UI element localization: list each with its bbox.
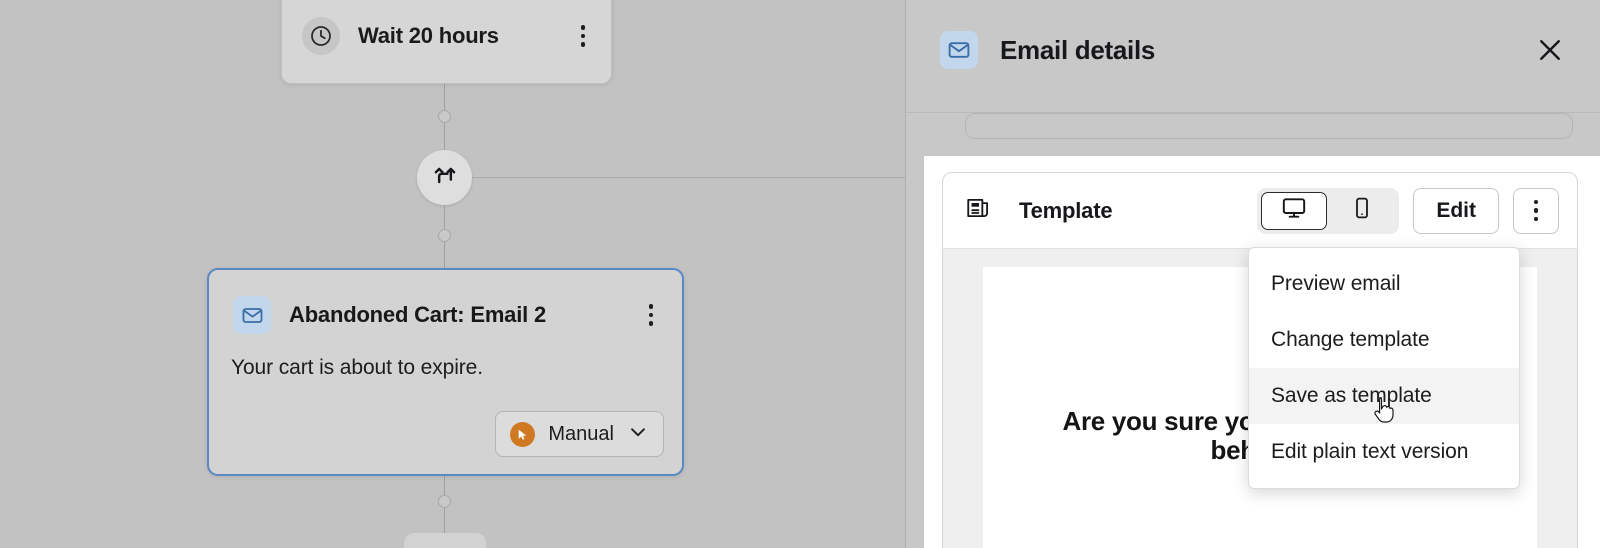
- menu-item-preview-email[interactable]: Preview email: [1249, 256, 1519, 312]
- desktop-monitor-icon: [1281, 195, 1307, 226]
- panel-title: Email details: [1000, 34, 1156, 65]
- wait-step-card[interactable]: Wait 20 hours: [281, 0, 612, 84]
- panel-header: Email details: [906, 0, 1600, 113]
- menu-item-change-template[interactable]: Change template: [1249, 312, 1519, 368]
- wait-step-title: Wait 20 hours: [358, 23, 499, 48]
- template-options-menu: Preview email Change template Save as te…: [1248, 247, 1520, 489]
- pointer-hand-cursor: [1372, 396, 1398, 426]
- clock-icon: [302, 17, 340, 55]
- workflow-canvas[interactable]: Wait 20 hours Abandoned Cart: Email 2 Yo…: [0, 0, 905, 548]
- trigger-mode-label: Manual: [548, 422, 614, 445]
- split-paths-icon: [431, 161, 459, 194]
- split-paths-node[interactable]: [417, 150, 472, 205]
- mobile-view-button[interactable]: [1329, 192, 1395, 230]
- email-step-title: Abandoned Cart: Email 2: [289, 302, 546, 327]
- edit-template-button[interactable]: Edit: [1413, 187, 1499, 234]
- article-icon: [965, 195, 991, 226]
- canvas-horizontal-connector: [470, 177, 905, 178]
- kebab-menu-icon: [1525, 197, 1547, 225]
- trigger-mode-dropdown[interactable]: Manual: [495, 411, 664, 457]
- connector-dot-lower[interactable]: [438, 495, 451, 508]
- envelope-icon: [233, 296, 271, 334]
- view-mode-toggle: [1257, 187, 1400, 234]
- template-title: Template: [1019, 197, 1113, 223]
- manual-cursor-icon: [510, 421, 536, 447]
- wait-step-kebab-menu-icon[interactable]: [572, 22, 594, 50]
- menu-item-edit-plain-text-version[interactable]: Edit plain text version: [1249, 424, 1519, 480]
- collapsed-card-above[interactable]: [965, 113, 1573, 139]
- close-icon[interactable]: [1530, 30, 1570, 70]
- chevron-down-icon: [627, 421, 649, 448]
- envelope-icon: [940, 31, 978, 69]
- connector-dot-upper[interactable]: [438, 110, 451, 123]
- desktop-view-button[interactable]: [1261, 191, 1328, 230]
- connector-dot-mid[interactable]: [438, 229, 451, 242]
- email-step-subtitle: Your cart is about to expire.: [231, 356, 483, 379]
- email-step-card[interactable]: Abandoned Cart: Email 2 Your cart is abo…: [207, 268, 684, 476]
- next-node-stub[interactable]: [404, 533, 486, 548]
- template-more-options-button[interactable]: [1513, 187, 1559, 234]
- mobile-phone-icon: [1350, 196, 1374, 225]
- email-step-kebab-menu-icon[interactable]: [640, 301, 662, 329]
- template-toolbar: Template Edit: [943, 173, 1577, 249]
